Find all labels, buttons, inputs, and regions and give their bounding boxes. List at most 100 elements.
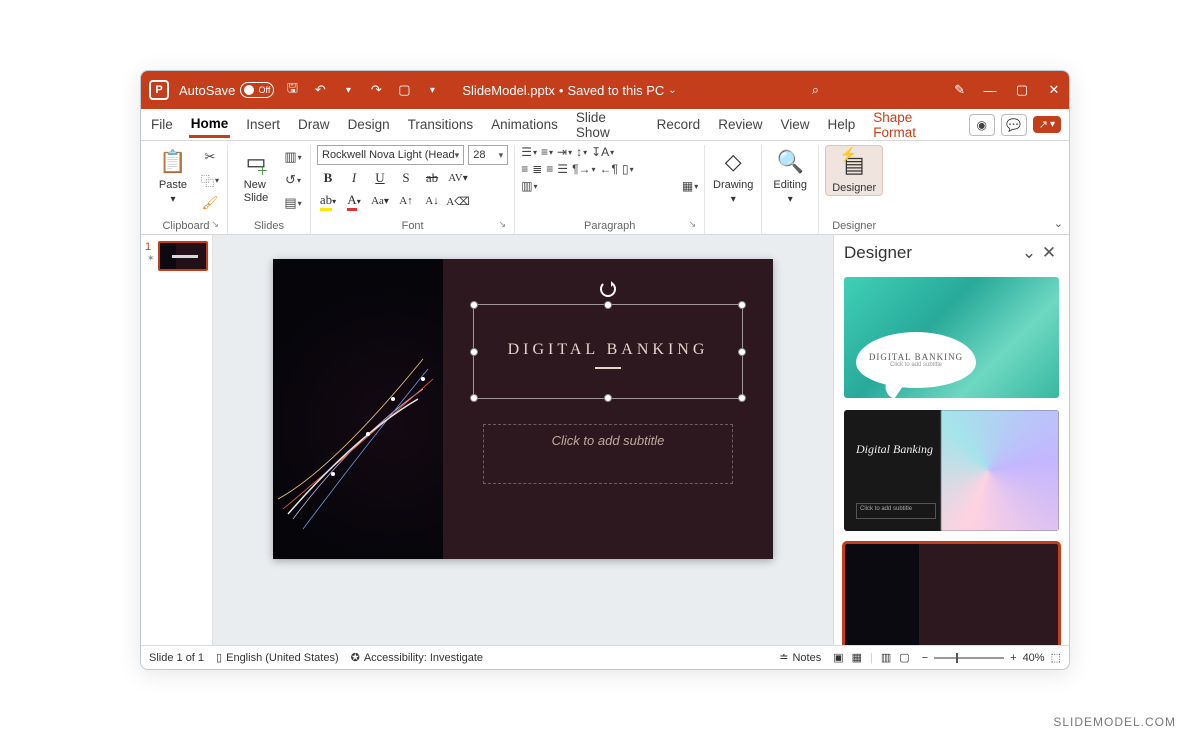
underline-button[interactable]: U [369,168,391,188]
paste-button[interactable]: 📋 Paste ▾ [151,145,195,205]
align-text-button[interactable]: ▯ [622,162,634,176]
share-button[interactable]: ↗ ▾ [1033,116,1061,133]
character-spacing-button[interactable]: AV▾ [447,168,469,188]
tab-draw[interactable]: Draw [296,113,332,136]
resize-handle[interactable] [470,394,478,402]
justify-button[interactable]: ☰ [557,162,568,176]
zoom-out-button[interactable]: − [922,652,928,664]
new-slide-button[interactable]: ▭＋ New Slide [234,145,278,204]
design-suggestion-3[interactable] [844,543,1059,645]
shrink-font-button[interactable]: A↓ [421,191,443,211]
close-button[interactable]: ✕ [1047,82,1061,98]
ltr-button[interactable]: ←¶ [600,162,618,176]
ribbon-collapse-button[interactable]: ⌄ [1054,217,1063,230]
designer-close-icon[interactable]: ✕ [1039,243,1059,263]
zoom-slider[interactable] [934,657,1004,659]
resize-handle[interactable] [470,348,478,356]
resize-handle[interactable] [738,301,746,309]
font-launcher[interactable]: ↘ [499,219,507,230]
designer-collapse-icon[interactable]: ⌄ [1019,243,1039,263]
undo-dropdown[interactable]: ▾ [340,85,356,96]
search-icon[interactable]: ⌕ [812,82,819,98]
list-level-button[interactable]: ⇥ [557,145,572,159]
zoom-in-button[interactable]: + [1010,652,1016,664]
from-beginning-icon[interactable]: ▢ [396,82,412,98]
tab-review[interactable]: Review [716,113,764,136]
font-size-combo[interactable]: 28▾ [468,145,508,165]
slide-counter[interactable]: Slide 1 of 1 [149,652,204,664]
resize-handle[interactable] [470,301,478,309]
tab-home[interactable]: Home [189,112,231,138]
language-status[interactable]: ▯English (United States) [216,651,339,664]
reading-view-icon[interactable]: ▥ [881,651,891,664]
tab-insert[interactable]: Insert [244,113,282,136]
font-family-combo[interactable]: Rockwell Nova Light (Head▾ [317,145,464,165]
resize-handle[interactable] [738,394,746,402]
tab-help[interactable]: Help [826,113,858,136]
fit-window-icon[interactable]: ⬚ [1051,651,1061,664]
clear-format-button[interactable]: A⌫ [447,191,469,211]
cut-button[interactable]: ✂ [199,147,221,167]
camera-button[interactable]: ◉ [969,114,995,136]
text-direction-button[interactable]: ↧A [591,145,614,159]
section-button[interactable]: ▤ [282,193,304,213]
slide-thumbnail-1[interactable] [158,241,208,271]
designer-button[interactable]: ▤⚡ Designer [825,145,883,196]
tab-design[interactable]: Design [346,113,392,136]
line-spacing-button[interactable]: ↕ [576,145,587,159]
save-icon[interactable]: 🖫 [284,79,300,101]
paragraph-launcher[interactable]: ↘ [689,219,697,230]
tab-view[interactable]: View [778,113,811,136]
tab-file[interactable]: File [149,113,175,136]
normal-view-icon[interactable]: ▣ [833,651,843,664]
resize-handle[interactable] [738,348,746,356]
numbering-button[interactable]: ≡ [541,145,553,159]
minimize-button[interactable]: — [983,83,997,98]
title-textbox[interactable]: DIGITAL BANKING [473,304,743,399]
design-suggestion-2[interactable]: Digital Banking Click to add subtitle [844,410,1059,531]
format-painter-button[interactable]: 🖌 [199,193,221,213]
slide-canvas[interactable]: DIGITAL BANKING Click to add subtitle [213,235,833,645]
smartart-button[interactable]: ▦ [682,179,698,193]
zoom-level[interactable]: 40% [1023,652,1045,664]
resize-handle[interactable] [604,394,612,402]
italic-button[interactable]: I [343,168,365,188]
reset-slide-button[interactable]: ↺ [282,170,304,190]
shadow-button[interactable]: S [395,168,417,188]
resize-handle[interactable] [604,301,612,309]
bullets-button[interactable]: ☰ [521,145,537,159]
font-color-button[interactable]: A▾ [343,191,365,211]
grow-font-button[interactable]: A↑ [395,191,417,211]
accessibility-status[interactable]: ✪Accessibility: Investigate [351,651,483,664]
tab-slideshow[interactable]: Slide Show [574,106,641,144]
bold-button[interactable]: B [317,168,339,188]
tab-shape-format[interactable]: Shape Format [871,106,954,144]
document-title[interactable]: SlideModel.pptx • Saved to this PC ⌄ [462,83,676,98]
layout-button[interactable]: ▥ [282,147,304,167]
editing-button[interactable]: 🔍 Editing▾ [768,145,812,205]
qat-customize[interactable]: ▾ [424,85,440,96]
columns-button[interactable]: ▥ [521,179,537,193]
pen-icon[interactable]: ✎ [954,82,965,98]
sorter-view-icon[interactable]: ▦ [852,651,862,664]
copy-button[interactable]: ⿻ [199,170,221,190]
redo-icon[interactable]: ↷ [368,82,384,98]
design-suggestion-1[interactable]: DIGITAL BANKING Click to add subtitle [844,277,1059,398]
clipboard-launcher[interactable]: ↘ [211,219,219,230]
subtitle-placeholder[interactable]: Click to add subtitle [483,424,733,484]
tab-record[interactable]: Record [655,113,703,136]
rotate-handle[interactable] [600,281,616,297]
slideshow-view-icon[interactable]: ▢ [899,651,909,664]
rtl-button[interactable]: ¶→ [572,162,595,176]
align-right-button[interactable]: ≡ [546,162,553,176]
tab-transitions[interactable]: Transitions [406,113,476,136]
notes-button[interactable]: ≐Notes [779,651,821,664]
align-center-button[interactable]: ≣ [532,162,542,176]
comments-button[interactable]: 💬 [1001,114,1027,136]
autosave-toggle[interactable]: AutoSave Off [179,82,274,98]
strike-button[interactable]: ab [421,168,443,188]
maximize-button[interactable]: ▢ [1015,82,1029,98]
change-case-button[interactable]: Aa▾ [369,191,391,211]
highlight-button[interactable]: ab▾ [317,191,339,211]
drawing-button[interactable]: ◇ Drawing▾ [711,145,755,205]
